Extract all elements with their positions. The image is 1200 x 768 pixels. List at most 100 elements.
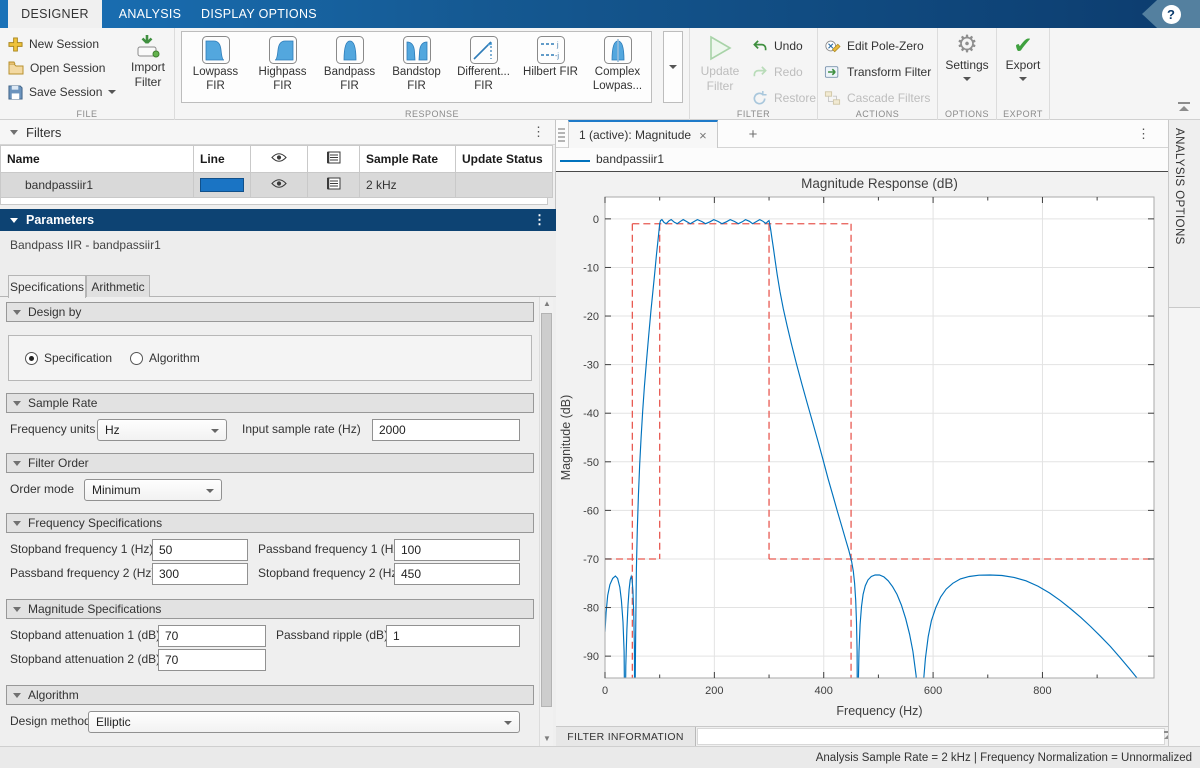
parameters-panel-header[interactable]: Parameters ⋮ bbox=[0, 209, 556, 231]
close-icon[interactable]: × bbox=[699, 128, 707, 143]
svg-text:-10: -10 bbox=[583, 262, 599, 274]
passband-frequency-2-field[interactable] bbox=[152, 563, 248, 585]
bandstop-fir-button[interactable]: BandstopFIR bbox=[383, 32, 450, 102]
filters-menu-button[interactable]: ⋮ bbox=[532, 120, 545, 144]
plot-menu-button[interactable]: ⋮ bbox=[1137, 120, 1150, 147]
eye-icon bbox=[271, 178, 287, 189]
section-magnitude-specifications[interactable]: Magnitude Specifications bbox=[6, 599, 534, 619]
scroll-up-icon[interactable]: ▲ bbox=[540, 297, 554, 311]
file-group-label: FILE bbox=[0, 109, 174, 119]
column-line[interactable]: Line bbox=[194, 146, 251, 173]
cascade-filters-button[interactable]: Cascade Filters bbox=[824, 88, 930, 108]
svg-text:0: 0 bbox=[593, 214, 599, 226]
order-mode-select[interactable]: Minimum bbox=[84, 479, 222, 501]
tab-arithmetic[interactable]: Arithmetic bbox=[86, 275, 150, 297]
tab-designer[interactable]: DESIGNER bbox=[8, 0, 102, 28]
chevron-down-icon bbox=[211, 429, 219, 433]
ribbon-group-file: New Session Open Session Save Session Im… bbox=[0, 28, 175, 120]
differentiator-fir-button[interactable]: Different...FIR bbox=[450, 32, 517, 102]
plot-legend: bandpassiir1 bbox=[556, 148, 1168, 172]
scroll-down-icon[interactable]: ▼ bbox=[540, 732, 554, 746]
section-design-by[interactable]: Design by bbox=[6, 302, 534, 322]
frequency-units-select[interactable]: Hz bbox=[97, 419, 227, 441]
input-sample-rate-label: Input sample rate (Hz) bbox=[242, 422, 361, 436]
analysis-options-label: ANALYSIS OPTIONS bbox=[1173, 128, 1185, 245]
filters-panel-header[interactable]: Filters ⋮ bbox=[0, 120, 555, 145]
bandpass-fir-button[interactable]: BandpassFIR bbox=[316, 32, 383, 102]
filters-panel-title: Filters bbox=[26, 125, 61, 140]
settings-button[interactable]: ⚙ Settings bbox=[941, 32, 993, 81]
bandpass-fir-icon bbox=[335, 35, 365, 65]
ribbon: New Session Open Session Save Session Im… bbox=[0, 28, 1200, 120]
column-update-status[interactable]: Update Status bbox=[456, 146, 553, 173]
new-session-button[interactable]: New Session bbox=[8, 34, 99, 54]
section-algorithm[interactable]: Algorithm bbox=[6, 685, 534, 705]
stopband-frequency-2-field[interactable] bbox=[394, 563, 520, 585]
stopband-frequency-1-field[interactable] bbox=[152, 539, 248, 561]
edit-pole-zero-button[interactable]: Edit Pole-Zero bbox=[824, 36, 924, 56]
export-button[interactable]: ✔ Export bbox=[999, 32, 1047, 81]
tab-specifications[interactable]: Specifications bbox=[8, 275, 86, 298]
filter-information-tab[interactable]: FILTER INFORMATION bbox=[556, 727, 696, 746]
line-swatch bbox=[200, 178, 244, 192]
hilbert-fir-button[interactable]: j-j Hilbert FIR bbox=[517, 32, 584, 102]
bandstop-fir-icon bbox=[402, 35, 432, 65]
magnitude-response-plot[interactable]: 02004006008000-10-20-30-40-50-60-70-80-9… bbox=[556, 172, 1168, 726]
transform-filter-button[interactable]: Transform Filter bbox=[824, 62, 931, 82]
filter-name-cell[interactable]: bandpassiir1 bbox=[1, 173, 194, 198]
stopband-attenuation-2-field[interactable] bbox=[158, 649, 266, 671]
highpass-fir-button[interactable]: HighpassFIR bbox=[249, 32, 316, 102]
ribbon-group-response: LowpassFIR HighpassFIR BandpassFIR Bands… bbox=[175, 28, 690, 120]
legend-cell[interactable] bbox=[308, 173, 360, 198]
parameters-scrollbar[interactable]: ▲ ▼ bbox=[539, 297, 553, 746]
analysis-options-tab[interactable]: ANALYSIS OPTIONS bbox=[1169, 120, 1200, 308]
response-gallery-dropdown[interactable] bbox=[663, 31, 683, 103]
column-legend[interactable] bbox=[308, 146, 360, 173]
cascade-filters-icon bbox=[824, 90, 841, 106]
ribbon-group-filter: Update Filter Undo Redo Restore FILTER bbox=[690, 28, 818, 120]
radio-algorithm[interactable]: Algorithm bbox=[130, 351, 200, 365]
tab-magnitude[interactable]: 1 (active): Magnitude × bbox=[568, 120, 718, 148]
design-method-select[interactable]: Elliptic bbox=[88, 711, 520, 733]
complex-lowpass-button[interactable]: ComplexLowpas... bbox=[584, 32, 651, 102]
lowpass-fir-button[interactable]: LowpassFIR bbox=[182, 32, 249, 102]
visibility-cell[interactable] bbox=[251, 173, 308, 198]
passband-frequency-1-field[interactable] bbox=[394, 539, 520, 561]
table-row[interactable]: bandpassiir1 2 kHz bbox=[1, 173, 553, 198]
import-filter-button[interactable]: Import Filter bbox=[124, 34, 172, 90]
export-dropdown-icon bbox=[1019, 77, 1027, 81]
section-filter-order[interactable]: Filter Order bbox=[6, 453, 534, 473]
tab-analysis[interactable]: ANALYSIS bbox=[102, 0, 198, 28]
input-sample-rate-field[interactable] bbox=[372, 419, 520, 441]
check-icon: ✔ bbox=[1013, 32, 1032, 58]
update-filter-button[interactable]: Update Filter bbox=[694, 32, 746, 94]
help-button[interactable]: ? bbox=[1142, 0, 1200, 28]
column-sample-rate[interactable]: Sample Rate bbox=[360, 146, 456, 173]
stopband-attenuation-1-field[interactable] bbox=[158, 625, 266, 647]
parameters-form: Design by Specification Algorithm Sample… bbox=[0, 297, 556, 746]
svg-text:200: 200 bbox=[705, 685, 723, 697]
new-plot-tab-button[interactable]: + bbox=[741, 124, 765, 145]
svg-text:j: j bbox=[556, 42, 559, 49]
line-cell[interactable] bbox=[194, 173, 251, 198]
tab-display-options[interactable]: DISPLAY OPTIONS bbox=[198, 0, 320, 28]
section-frequency-specifications[interactable]: Frequency Specifications bbox=[6, 513, 534, 533]
design-by-groupbox: Specification Algorithm bbox=[8, 335, 532, 381]
column-visibility[interactable] bbox=[251, 146, 308, 173]
panel-drag-handle-icon[interactable] bbox=[558, 128, 565, 144]
complex-lowpass-icon bbox=[603, 35, 633, 65]
passband-ripple-field[interactable] bbox=[386, 625, 520, 647]
scrollbar-thumb[interactable] bbox=[541, 313, 552, 707]
restore-button[interactable]: Restore bbox=[752, 88, 816, 108]
section-sample-rate[interactable]: Sample Rate bbox=[6, 393, 534, 413]
parameters-menu-button[interactable]: ⋮ bbox=[533, 209, 546, 231]
column-name[interactable]: Name bbox=[1, 146, 194, 173]
filter-information-content bbox=[697, 728, 1165, 745]
minimize-ribbon-button[interactable] bbox=[1176, 102, 1192, 113]
undo-button[interactable]: Undo bbox=[752, 36, 803, 56]
redo-button[interactable]: Redo bbox=[752, 62, 803, 82]
radio-specification[interactable]: Specification bbox=[25, 351, 112, 365]
save-session-button[interactable]: Save Session bbox=[8, 82, 116, 102]
left-panel: Filters ⋮ Name Line Sample Rate Update S… bbox=[0, 120, 556, 746]
open-session-button[interactable]: Open Session bbox=[8, 58, 105, 78]
